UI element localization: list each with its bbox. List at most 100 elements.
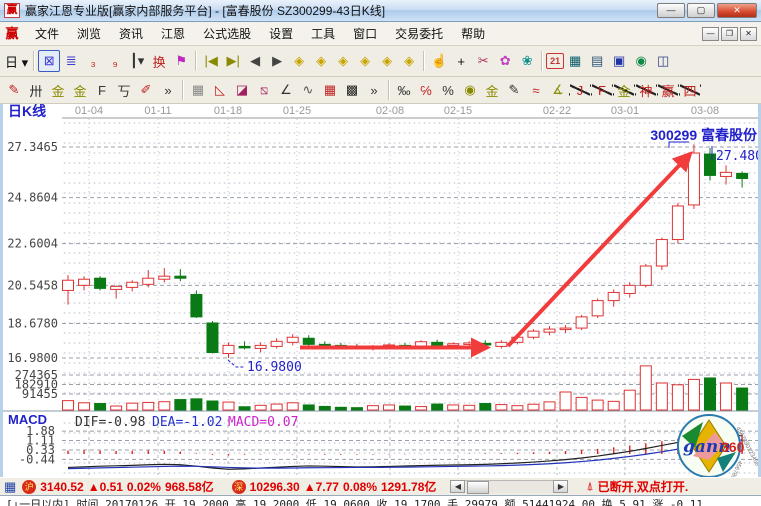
more-tools-chevron[interactable]: » [157,79,179,101]
scroll-thumb[interactable] [467,481,489,494]
analyze-tool-icon[interactable]: ❀ [516,50,538,72]
candle[interactable] [175,276,186,278]
info-list-icon[interactable]: ≣ [60,50,82,72]
candle[interactable] [528,331,539,337]
gold-line-icon[interactable]: 金 [481,79,503,101]
next-stock-icon[interactable]: ▶ [266,50,288,72]
close-button[interactable]: ✕ [717,3,757,18]
period-day-dropdown[interactable]: 日 ▾ [3,50,30,72]
candle[interactable] [705,154,716,175]
candle-style-dropdown[interactable]: ┃▾ [126,50,148,72]
shen-angle-icon[interactable]: 神 [635,79,657,101]
minimize-button[interactable]: — [657,3,685,18]
candle[interactable] [159,276,170,279]
first-page-icon[interactable]: |◀ [200,50,222,72]
menu-item-news[interactable]: 资讯 [110,25,152,43]
candle[interactable] [127,282,138,287]
candle[interactable] [608,292,619,300]
j-angle-icon[interactable]: J [569,79,591,101]
candle[interactable] [448,344,459,346]
dark-grid-icon[interactable]: ▩ [341,79,363,101]
candle[interactable] [111,286,122,289]
candle[interactable] [95,278,106,288]
color-chart-icon[interactable]: ⚑ [170,50,192,72]
candle-brush-icon[interactable]: ✎ [503,79,525,101]
candle[interactable] [432,342,443,345]
candle[interactable] [688,153,699,205]
diamond-right-icon[interactable]: ◈ [310,50,332,72]
f-angle-icon[interactable]: F [591,79,613,101]
red-grid-icon[interactable]: ▦ [319,79,341,101]
horizontal-scrollbar[interactable]: ◀ ▶ [450,480,568,493]
candle[interactable] [79,279,90,285]
si-angle-icon[interactable]: 四 [679,79,701,101]
diamond-zoomout-icon[interactable]: ◈ [398,50,420,72]
gann-gold-grid-icon[interactable]: 金 [47,79,69,101]
gold-angle-icon[interactable]: ∡ [547,79,569,101]
candle[interactable] [271,341,282,346]
menu-item-browse[interactable]: 浏览 [68,25,110,43]
shanghai-market-icon[interactable]: 沪 [22,480,36,494]
child-close-button[interactable]: ✕ [740,27,757,41]
calculator-icon[interactable]: ▦ [564,50,586,72]
title-bar[interactable]: 赢 赢家江恩专业版[赢家内部服务平台] - [富春股份 SZ300299-43日… [0,0,761,22]
save-icon[interactable]: ▣ [608,50,630,72]
menu-item-help[interactable]: 帮助 [452,25,494,43]
percent-tool-icon[interactable]: % [437,79,459,101]
fan-box-icon[interactable]: ◪ [231,79,253,101]
scroll-left-arrow[interactable]: ◀ [450,480,465,493]
candle[interactable] [624,285,635,293]
candle[interactable] [480,343,491,345]
angle-lines-icon[interactable]: ∠ [275,79,297,101]
candle[interactable] [464,343,475,345]
diamond-left-icon[interactable]: ◈ [288,50,310,72]
percent-line-icon[interactable]: ℅ [415,79,437,101]
zoom-area-icon[interactable]: ⊠ [38,50,60,72]
antenna-icon[interactable]: ⍋ [586,479,593,494]
gann-gold-grid2-icon[interactable]: 金 [69,79,91,101]
mark-tool-icon[interactable]: ✿ [494,50,516,72]
percent-stats-icon[interactable]: ‰ [393,79,415,101]
hand-tool-icon[interactable]: ☝ [428,50,450,72]
last-page-icon[interactable]: ▶| [222,50,244,72]
brush-tool-icon[interactable]: ✎ [3,79,25,101]
scroll-right-arrow[interactable]: ▶ [553,480,568,493]
candle[interactable] [576,317,587,328]
minute3-chart-icon[interactable]: ₃ [82,50,104,72]
candle[interactable] [239,346,250,348]
minute9-chart-icon[interactable]: ₉ [104,50,126,72]
candle[interactable] [560,328,571,330]
prev-stock-icon[interactable]: ◀ [244,50,266,72]
menu-item-stock-screener[interactable]: 公式选股 [194,25,260,43]
candle[interactable] [640,266,651,285]
net-data-icon[interactable]: ◉ [630,50,652,72]
menu-item-file[interactable]: 文件 [26,25,68,43]
more-tools-chevron2[interactable]: » [363,79,385,101]
candle[interactable] [672,206,683,240]
market-grid-icon[interactable]: ▦ [4,479,16,495]
diamond-zoomin-icon[interactable]: ◈ [376,50,398,72]
notes-icon[interactable]: ▤ [586,50,608,72]
shenzhen-market-icon[interactable]: 深 [232,480,246,494]
gann-spiral-icon[interactable]: 丂 [113,79,135,101]
candle[interactable] [223,345,234,353]
candle[interactable] [737,173,748,178]
diagonal-box-icon[interactable]: ⧅ [253,79,275,101]
candle[interactable] [255,345,266,348]
diamond-compress-icon[interactable]: ◈ [354,50,376,72]
child-minimize-button[interactable]: — [702,27,719,41]
candle[interactable] [592,301,603,316]
gann-f-lines-icon[interactable]: F [91,79,113,101]
ying-angle-icon[interactable]: 赢 [657,79,679,101]
zigzag-icon[interactable]: ∿ [297,79,319,101]
scroll-track[interactable] [465,480,553,493]
child-restore-button[interactable]: ❐ [721,27,738,41]
brush2-tool-icon[interactable]: ✐ [135,79,157,101]
candle[interactable] [656,240,667,266]
gold2-angle-icon[interactable]: 金 [613,79,635,101]
menu-item-window[interactable]: 窗口 [344,25,386,43]
grid-lines-icon[interactable]: 卅 [25,79,47,101]
candle[interactable] [544,329,555,332]
candle[interactable] [287,337,298,342]
candle[interactable] [496,342,507,346]
